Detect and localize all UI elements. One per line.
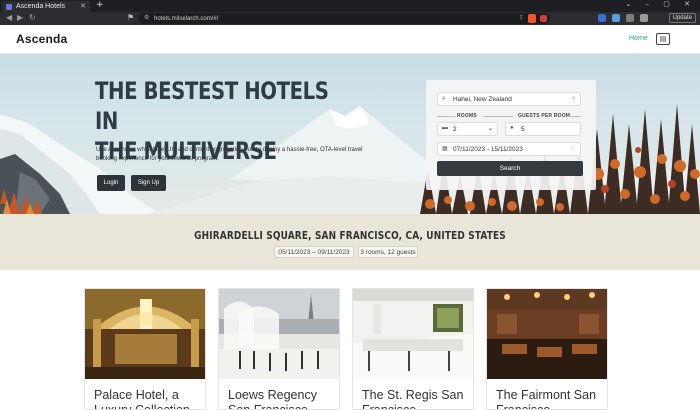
share-icon[interactable]: ⇪ [519, 14, 524, 21]
browser-toolbar: ◀ ▶ ↻ ⚑ ⚙ hotels.milselarch.com/#/ ⇪ Upd… [0, 12, 700, 25]
search-button[interactable]: Search [437, 161, 583, 176]
brave-shield-icon[interactable] [528, 14, 536, 23]
tab-title: Ascenda Hotels [16, 3, 66, 10]
url-bar[interactable]: ⚙ hotels.milselarch.com/#/ ⇪ [138, 13, 550, 24]
url-text: hotels.milselarch.com/#/ [154, 15, 219, 22]
rewards-icon[interactable] [540, 15, 547, 22]
hotel-image[interactable] [487, 289, 607, 379]
destination-summary: GHIRARDELLI SQUARE, SAN FRANCISCO, CA, U… [0, 214, 700, 270]
hero-title-line1: THE BESTEST HOTELS IN [95, 77, 329, 135]
close-tab-icon[interactable]: ✕ [80, 2, 86, 10]
extensions-area [598, 14, 648, 22]
check-icon: ✓ [569, 146, 575, 152]
hotel-image[interactable] [353, 289, 473, 379]
rooms-guests-badge: 3 rooms, 12 guests [358, 246, 418, 258]
divider [483, 116, 513, 117]
divider [437, 116, 455, 117]
extension-icon[interactable] [626, 14, 634, 22]
destination-value: Hahei, New Zealand [453, 95, 512, 103]
hotel-name[interactable]: Palace Hotel, a Luxury Collection [94, 388, 204, 409]
site-info-icon[interactable]: ⚙ [144, 14, 149, 21]
hotel-card[interactable]: Loews Regency San Francisco [218, 288, 340, 410]
clear-icon[interactable]: ✕ [571, 95, 576, 102]
profile-card-icon[interactable]: ▤ [656, 33, 670, 45]
rooms-select[interactable]: ▬ 2 ⌄ [437, 122, 498, 136]
divider [567, 116, 581, 117]
site-logo[interactable]: Ascenda [16, 32, 67, 46]
hotel-card[interactable]: The Fairmont San Francisco [486, 288, 608, 410]
person-icon: ● [510, 125, 514, 131]
update-button[interactable]: Update [668, 13, 696, 23]
hotel-name[interactable]: The Fairmont San Francisco [496, 388, 606, 409]
back-arrow-icon[interactable]: ◀ [6, 13, 12, 22]
forward-arrow-icon[interactable]: ▶ [17, 13, 23, 22]
guests-label: GUESTS PER ROOM [518, 113, 571, 119]
browser-tabbar: Ascenda Hotels ✕ + ⌄ – ▢ ✕ [0, 0, 700, 12]
favicon-icon [6, 3, 12, 10]
hero-description: Use Ascenda's white label UIs and conten… [96, 147, 363, 162]
date-range-input[interactable]: ▦ 07/11/2023 - 15/11/2023 ✓ [437, 142, 581, 156]
bookmark-icon[interactable]: ⚑ [127, 13, 134, 22]
rooms-value: 2 [453, 125, 457, 133]
hotel-name[interactable]: Loews Regency San Francisco [228, 388, 338, 409]
extension-icon[interactable] [598, 14, 606, 22]
destination-title: GHIRARDELLI SQUARE, SAN FRANCISCO, CA, U… [194, 230, 506, 242]
calendar-icon: ▦ [442, 146, 448, 152]
browser-tab[interactable]: Ascenda Hotels ✕ [2, 1, 90, 12]
nav-home-link[interactable]: Home [629, 35, 648, 42]
bed-icon: ▬ [442, 125, 448, 131]
chevron-down-icon: ⌄ [487, 126, 493, 132]
destination-input[interactable]: ⌕ Hahei, New Zealand ✕ [437, 92, 581, 106]
site-navbar: Ascenda Home ▤ [0, 25, 700, 54]
wallet-icon[interactable] [640, 14, 648, 22]
hotel-name[interactable]: The St. Regis San Francisco [362, 388, 472, 409]
window-controls[interactable]: ⌄ – ▢ ✕ [625, 0, 696, 8]
hotel-image[interactable] [85, 289, 205, 379]
guests-value: 5 [521, 125, 525, 133]
rooms-label: ROOMS [457, 113, 477, 119]
search-icon: ⌕ [442, 95, 446, 102]
signup-button[interactable]: Sign Up [131, 175, 166, 191]
hotel-card[interactable]: Palace Hotel, a Luxury Collection [84, 288, 206, 410]
hotel-image[interactable] [219, 289, 339, 379]
guests-input[interactable]: ● 5 [505, 122, 581, 136]
date-range-value: 07/11/2023 - 15/11/2023 [453, 145, 523, 153]
reload-icon[interactable]: ↻ [29, 13, 36, 22]
dates-badge: 05/11/2023 – 09/11/2023 [274, 246, 354, 258]
hotel-card[interactable]: The St. Regis San Francisco [352, 288, 474, 410]
login-button[interactable]: Login [97, 175, 125, 191]
extension-icon[interactable] [612, 14, 620, 22]
new-tab-button[interactable]: + [96, 0, 104, 10]
search-panel: ⌕ Hahei, New Zealand ✕ ROOMS GUESTS PER … [426, 80, 596, 190]
